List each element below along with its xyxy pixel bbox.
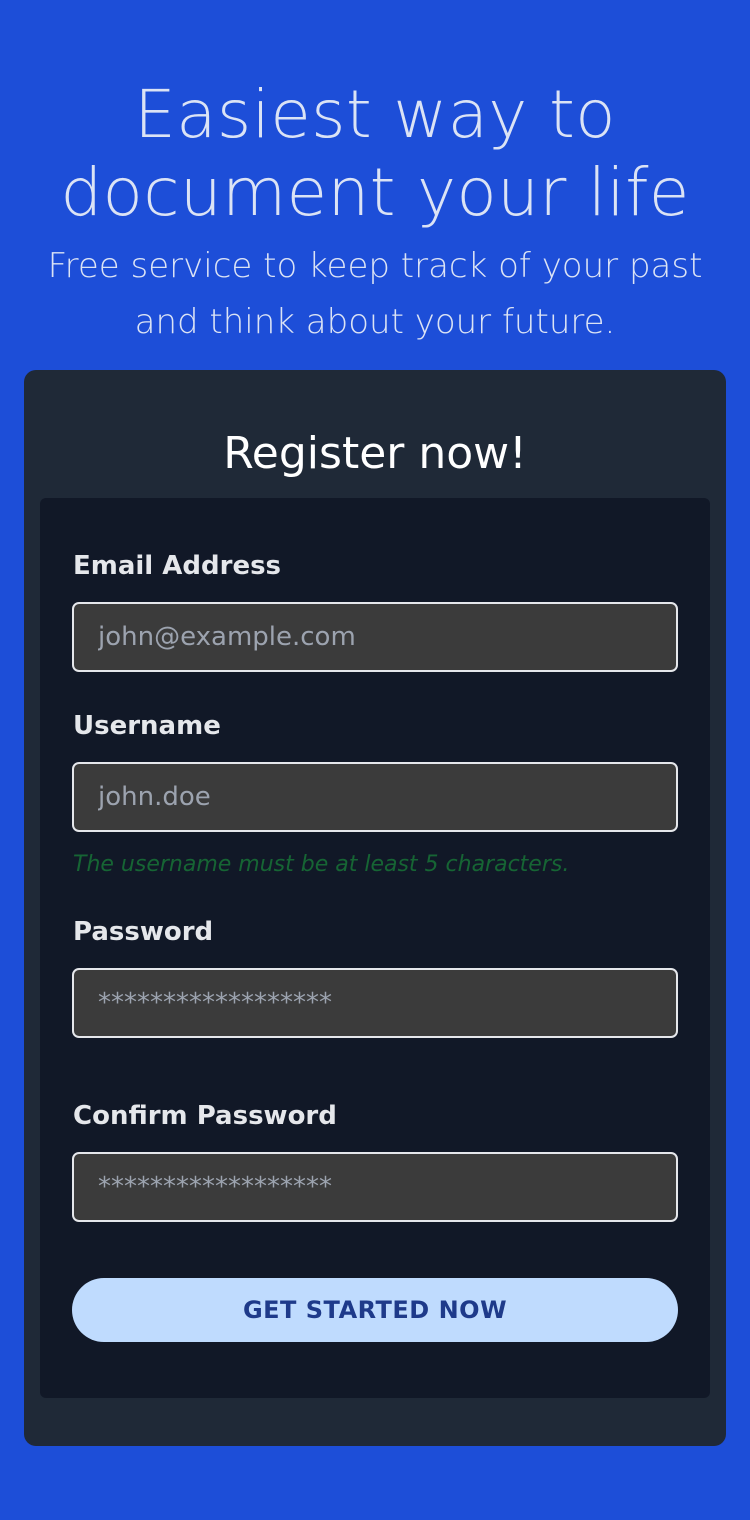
hero-section: Easiest way to document your life Free s… (0, 76, 750, 350)
email-field[interactable] (72, 602, 678, 672)
confirm-password-field[interactable] (72, 1152, 678, 1222)
username-hint: The username must be at least 5 characte… (73, 852, 570, 877)
register-card: Register now! Email Address Username The… (24, 370, 726, 1446)
email-label: Email Address (73, 551, 282, 581)
username-field[interactable] (72, 762, 678, 832)
register-title: Register now! (223, 428, 527, 479)
hero-title-line-1: Easiest way to (134, 76, 616, 153)
password-label: Password (73, 917, 214, 947)
hero-subtitle-line-2: and think about your future. (134, 302, 616, 342)
hero-subtitle-line-1: Free service to keep track of your past (47, 246, 703, 286)
username-label: Username (73, 711, 221, 741)
hero-title: Easiest way to document your life (0, 76, 750, 232)
confirm-password-label: Confirm Password (73, 1101, 337, 1131)
password-field[interactable] (72, 968, 678, 1038)
hero-title-line-2: document your life (60, 154, 690, 231)
get-started-button[interactable]: GET STARTED NOW (72, 1278, 678, 1342)
register-form: Email Address Username The username must… (40, 498, 710, 1398)
hero-subtitle: Free service to keep track of your past … (0, 238, 750, 350)
